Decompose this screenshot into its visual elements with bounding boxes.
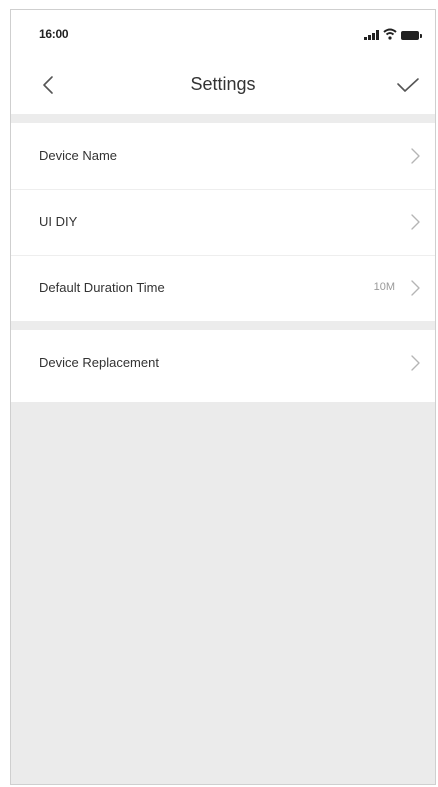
settings-row-device-replacement[interactable]: Device Replacement	[11, 330, 435, 396]
signal-icon	[364, 30, 379, 40]
settings-row-label: Device Name	[39, 148, 118, 163]
checkmark-icon	[397, 78, 419, 92]
settings-row-default-duration[interactable]: Default Duration Time 10M	[11, 255, 435, 321]
group-separator	[11, 114, 435, 123]
phone-screen: 16:00 Settings Device Name UI DIY Defaul…	[10, 9, 436, 785]
group-separator	[11, 321, 435, 330]
chevron-right-icon	[411, 355, 420, 371]
status-time: 16:00	[39, 27, 69, 41]
page-title: Settings	[190, 74, 256, 94]
status-icons	[364, 26, 422, 40]
settings-row-label: UI DIY	[39, 214, 78, 229]
empty-background-area	[11, 402, 435, 784]
chevron-right-icon	[411, 214, 420, 230]
settings-row-label: Device Replacement	[39, 355, 159, 370]
chevron-right-icon	[411, 148, 420, 164]
chevron-right-icon	[411, 280, 420, 296]
confirm-button[interactable]	[391, 70, 425, 100]
status-bar: 16:00	[11, 10, 435, 58]
nav-bar: Settings	[11, 58, 435, 116]
settings-row-label: Default Duration Time	[39, 280, 165, 295]
wifi-icon	[383, 28, 397, 40]
settings-row-ui-diy[interactable]: UI DIY	[11, 189, 435, 255]
settings-list: Device Name UI DIY Default Duration Time…	[11, 114, 435, 396]
duration-value: 10M	[373, 281, 395, 293]
settings-row-device-name[interactable]: Device Name	[11, 123, 435, 189]
battery-icon	[401, 31, 422, 40]
